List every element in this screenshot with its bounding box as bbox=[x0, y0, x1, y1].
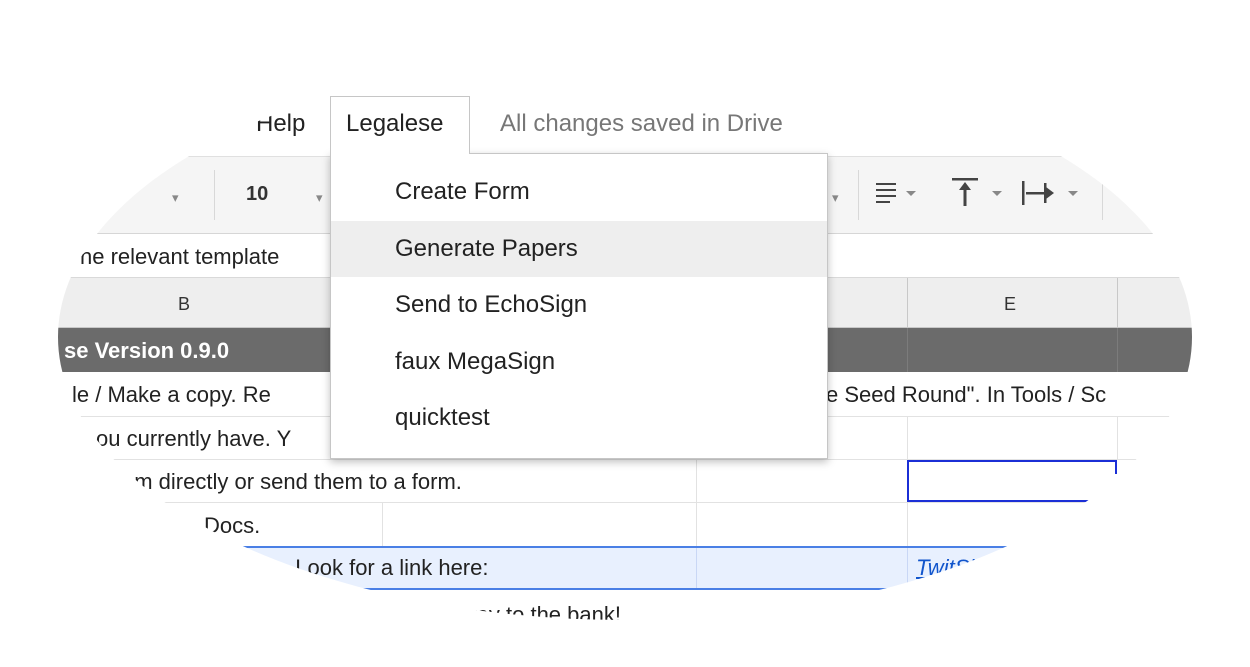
toolbar-divider bbox=[858, 170, 859, 220]
menu-item-create-form[interactable]: Create Form bbox=[331, 164, 827, 220]
column-divider bbox=[696, 459, 697, 546]
menu-item-send-to-echosign[interactable]: Send to EchoSign bbox=[331, 277, 827, 333]
menu-help[interactable]: Help bbox=[256, 110, 305, 138]
formula-bar-text: ne relevant template bbox=[80, 244, 280, 269]
text-wrap-icon[interactable] bbox=[1022, 181, 1086, 207]
spreadsheet-view: ▾ 10 ▾ ▾ s Help Legalese All changes sav… bbox=[58, 54, 1192, 620]
font-size-select[interactable]: 10 bbox=[246, 183, 268, 206]
column-divider bbox=[907, 548, 908, 588]
menu-tools[interactable]: s bbox=[194, 110, 206, 138]
column-divider bbox=[382, 502, 383, 546]
toolbar-divider bbox=[214, 170, 215, 220]
column-divider bbox=[1117, 328, 1118, 372]
column-divider bbox=[1117, 278, 1118, 328]
cell-row6-b[interactable]: laugh all the way to the bank! bbox=[336, 602, 621, 620]
column-divider bbox=[696, 548, 697, 588]
legalese-dropdown-menu: Create Form Generate Papers Send to Echo… bbox=[330, 153, 828, 459]
menu-item-faux-megasign[interactable]: faux MegaSign bbox=[331, 334, 827, 390]
column-header-e[interactable]: E bbox=[1004, 294, 1016, 315]
column-divider bbox=[907, 328, 908, 372]
align-left-icon[interactable] bbox=[876, 181, 932, 205]
save-status[interactable]: All changes saved in Drive bbox=[500, 110, 783, 138]
menu-legalese[interactable]: Legalese bbox=[346, 110, 443, 138]
version-title: se Version 0.9.0 bbox=[64, 338, 230, 363]
column-divider bbox=[907, 278, 908, 328]
toolbar-caret-icon[interactable]: ▾ bbox=[832, 190, 839, 206]
cell-row4-b[interactable]: rate Docs. bbox=[160, 513, 260, 539]
vertical-align-top-icon[interactable] bbox=[952, 178, 1012, 208]
cell-row3-b[interactable]: om directly or send them to a form. bbox=[122, 469, 462, 495]
cell-row2-b[interactable]: ou currently have. Y bbox=[96, 426, 291, 452]
row-divider bbox=[58, 502, 1192, 503]
column-header-b[interactable]: B bbox=[178, 294, 190, 315]
cell-row5-b[interactable]: mplates. Look for a link here: bbox=[206, 555, 488, 581]
column-divider bbox=[1117, 416, 1118, 460]
font-size-caret-icon[interactable]: ▾ bbox=[316, 190, 323, 206]
menu-item-generate-papers[interactable]: Generate Papers bbox=[331, 221, 827, 277]
selected-cell-edge bbox=[1115, 460, 1117, 474]
magnifier-lens: ▾ 10 ▾ ▾ s Help Legalese All changes sav… bbox=[58, 54, 1192, 620]
cell-row5-link[interactable]: TwitSh bbox=[916, 555, 982, 581]
cell-row1-d[interactable]: e Seed Round". In Tools / Sc bbox=[826, 382, 1106, 408]
font-dropdown-caret-icon[interactable]: ▾ bbox=[172, 190, 179, 206]
toolbar-divider bbox=[1102, 170, 1103, 220]
menu-item-quicktest[interactable]: quicktest bbox=[331, 390, 827, 446]
selected-cell[interactable] bbox=[907, 460, 1117, 502]
cell-row1-b[interactable]: le / Make a copy. Re bbox=[72, 382, 271, 408]
